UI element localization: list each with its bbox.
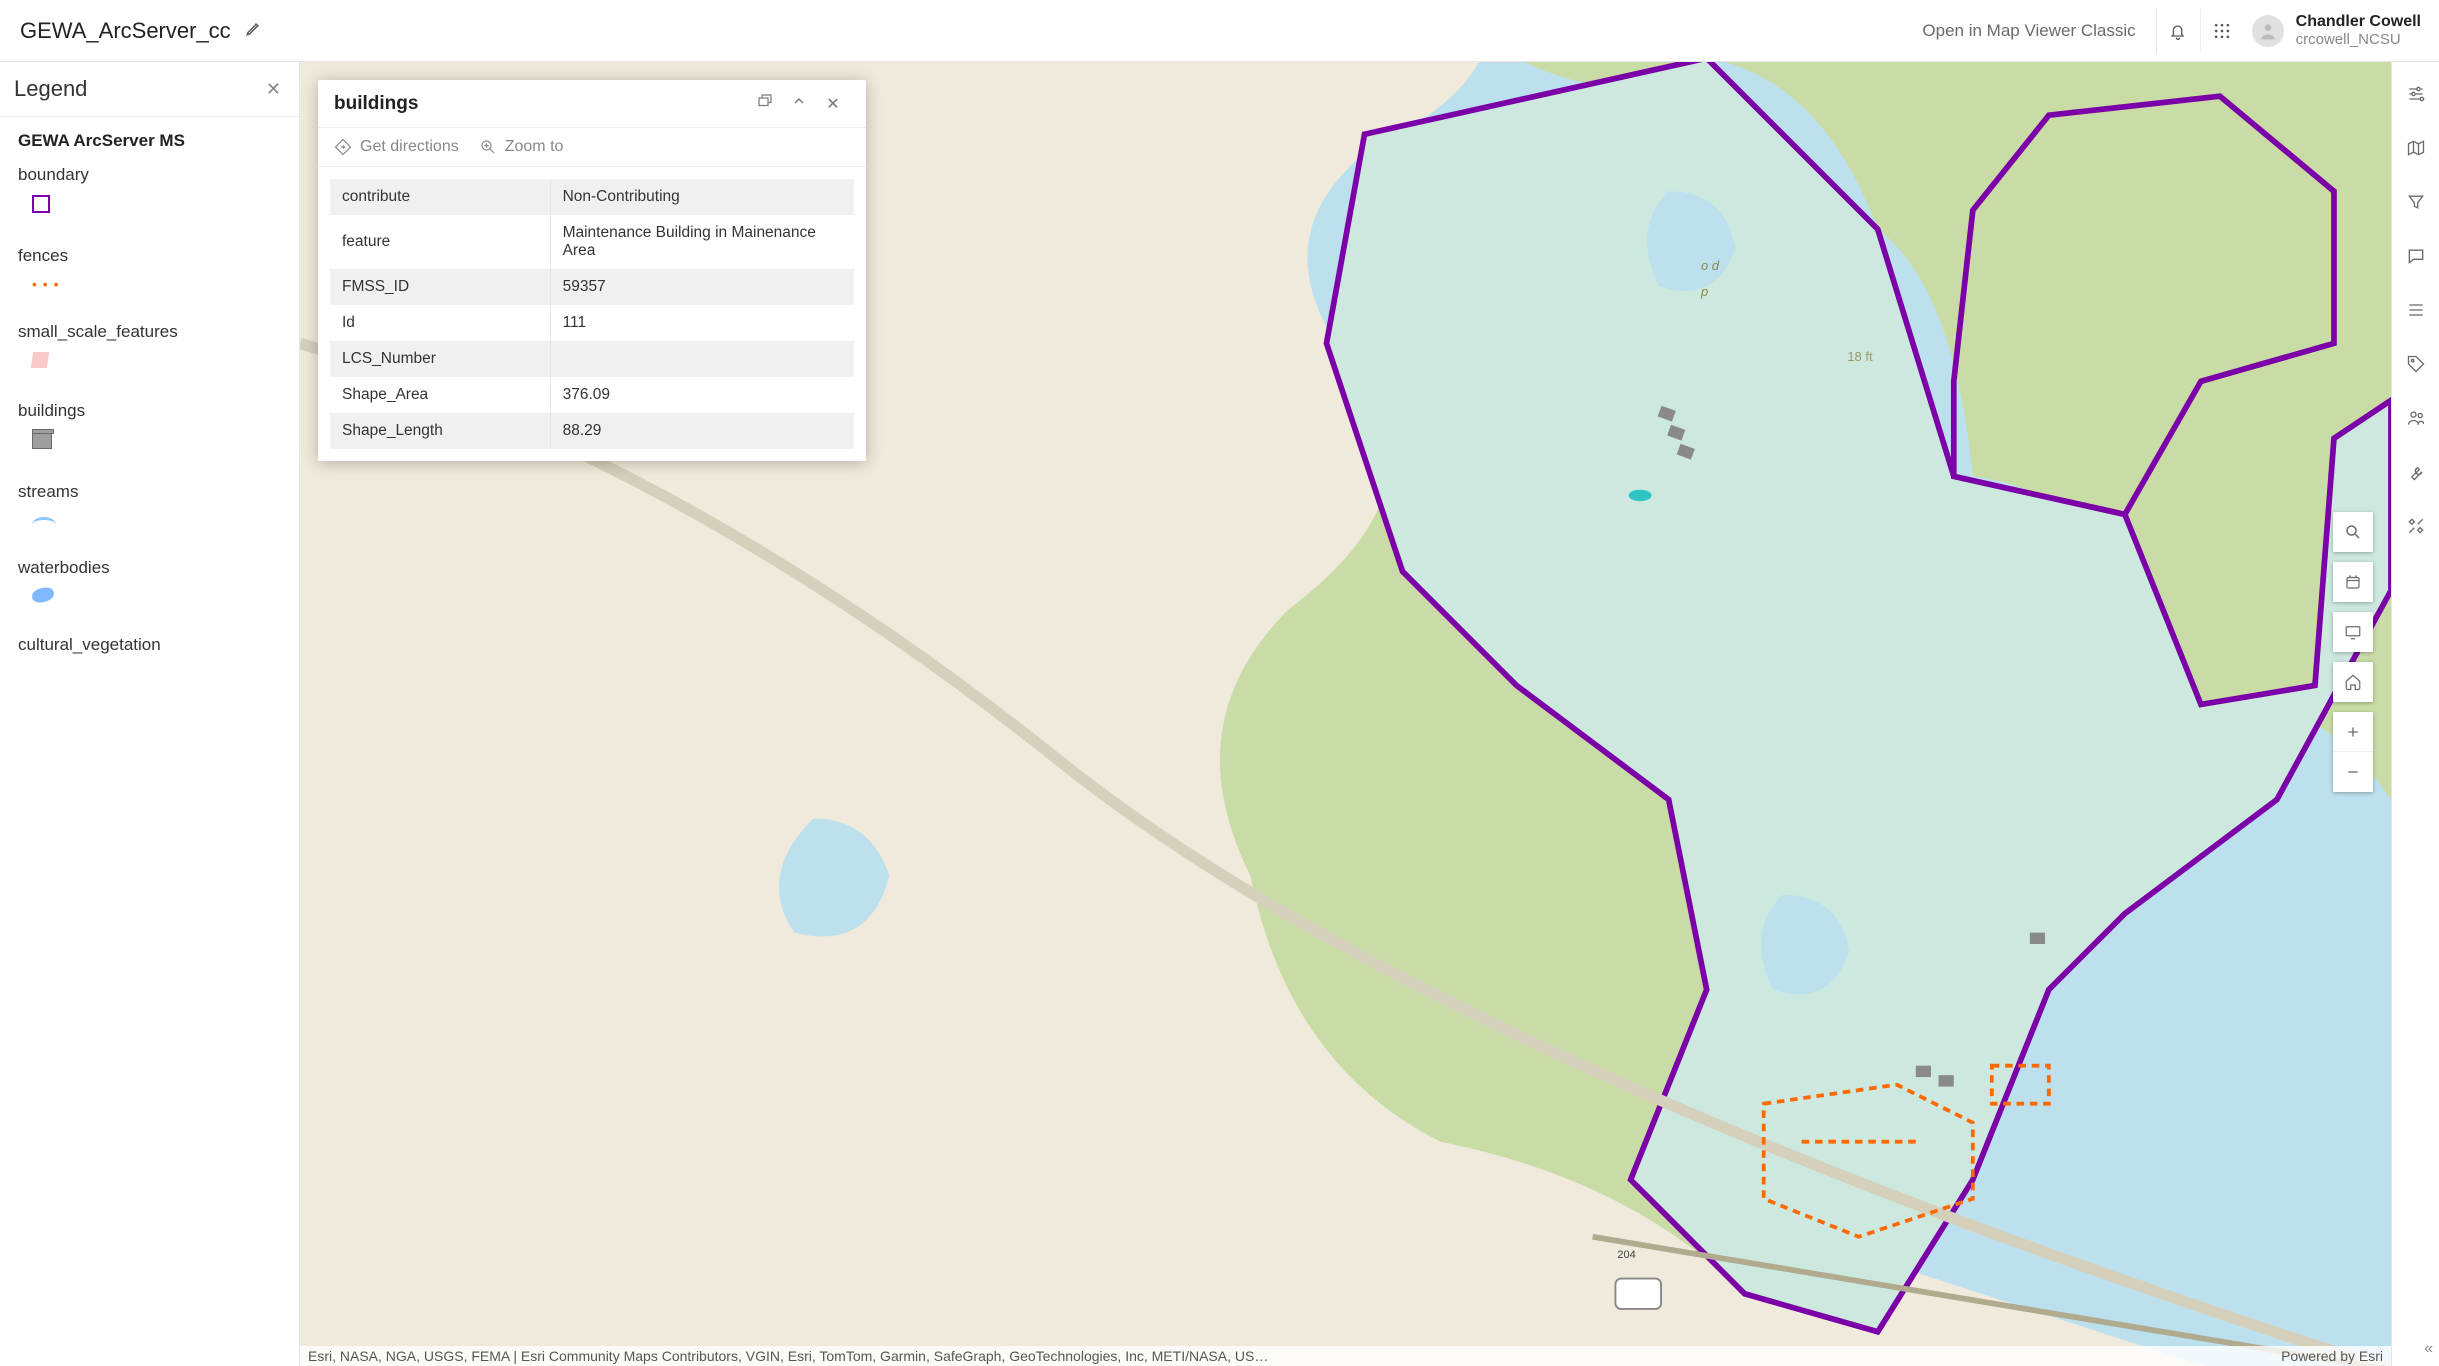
chat-icon[interactable] <box>2404 244 2428 268</box>
attr-value: Maintenance Building in Mainenance Area <box>550 215 854 269</box>
minus-icon[interactable] <box>2333 752 2373 792</box>
attr-key: FMSS_ID <box>330 269 550 305</box>
legend-item: cultural_vegetation <box>18 635 281 655</box>
table-row: featureMaintenance Building in Mainenanc… <box>330 215 854 269</box>
table-row: LCS_Number <box>330 341 854 377</box>
attr-value: 376.09 <box>550 377 854 413</box>
map-label: o d <box>1701 258 1719 273</box>
avatar-icon <box>2252 15 2284 47</box>
filter-icon[interactable] <box>2404 190 2428 214</box>
legend-item-label: boundary <box>18 165 281 185</box>
chevron-double-right-icon[interactable]: « <box>2424 1340 2433 1358</box>
close-icon[interactable]: ✕ <box>266 79 281 100</box>
user-login: crcowell_NCSU <box>2296 31 2421 48</box>
attr-key: Id <box>330 305 550 341</box>
legend-item-label: buildings <box>18 401 281 421</box>
legend-item-label: streams <box>18 482 281 502</box>
map-tool-stack <box>2333 512 2373 792</box>
people-icon[interactable] <box>2404 406 2428 430</box>
table-row: contributeNon-Contributing <box>330 179 854 215</box>
zoom-to-button[interactable]: Zoom to <box>479 138 564 156</box>
zoom-to-label: Zoom to <box>505 138 564 156</box>
legend-item: waterbodies <box>18 558 281 607</box>
legend-swatch: • • • <box>32 276 59 292</box>
open-classic-link[interactable]: Open in Map Viewer Classic <box>1922 21 2135 41</box>
attr-value <box>550 341 854 377</box>
attr-value: 59357 <box>550 269 854 305</box>
time-icon[interactable] <box>2333 562 2373 602</box>
legend-item: buildings <box>18 401 281 454</box>
attr-value: 111 <box>550 305 854 341</box>
right-toolbar: « <box>2391 62 2439 1366</box>
table-row: Shape_Length88.29 <box>330 413 854 449</box>
legend-panel: Legend ✕ GEWA ArcServer MS boundary fence… <box>0 62 300 1366</box>
tag-icon[interactable] <box>2404 352 2428 376</box>
wrench-icon[interactable] <box>2404 460 2428 484</box>
chevron-up-icon[interactable] <box>782 93 816 114</box>
map-attribution: Esri, NASA, NGA, USGS, FEMA | Esri Commu… <box>300 1346 2391 1366</box>
attr-value: 88.29 <box>550 413 854 449</box>
apps-icon[interactable] <box>2200 9 2244 53</box>
sliders-icon[interactable] <box>2404 82 2428 106</box>
tools-icon[interactable] <box>2404 514 2428 538</box>
attr-key: Shape_Area <box>330 377 550 413</box>
popup-attribute-table: contributeNon-ContributingfeatureMainten… <box>330 179 854 449</box>
legend-item-label: waterbodies <box>18 558 281 578</box>
search-icon[interactable] <box>2333 512 2373 552</box>
legend-swatch <box>32 195 50 213</box>
map-label: p <box>1701 284 1708 299</box>
attribution-text: Esri, NASA, NGA, USGS, FEMA | Esri Commu… <box>308 1348 2269 1364</box>
legend-item-label: fences <box>18 246 281 266</box>
home-icon[interactable] <box>2333 662 2373 702</box>
map-elev-label: 18 ft <box>1847 349 1872 364</box>
bell-icon[interactable] <box>2156 9 2200 53</box>
powered-by[interactable]: Powered by Esri <box>2281 1348 2383 1364</box>
monitor-icon[interactable] <box>2333 612 2373 652</box>
legend-group-name: GEWA ArcServer MS <box>18 131 281 151</box>
attr-key: contribute <box>330 179 550 215</box>
table-row: FMSS_ID59357 <box>330 269 854 305</box>
map-route-label: 204 <box>1617 1249 1635 1261</box>
map-canvas[interactable]: o d p 18 ft 204 buildings ✕ <box>300 62 2391 1366</box>
app-header: GEWA_ArcServer_cc Open in Map Viewer Cla… <box>0 0 2439 62</box>
feature-popup: buildings ✕ Get directions <box>318 80 866 461</box>
plus-icon[interactable] <box>2333 712 2373 752</box>
attr-key: Shape_Length <box>330 413 550 449</box>
attr-key: LCS_Number <box>330 341 550 377</box>
basemap-icon[interactable] <box>2404 136 2428 160</box>
legend-title: Legend <box>14 76 87 102</box>
dock-icon[interactable] <box>748 92 782 115</box>
user-name: Chandler Cowell <box>2296 13 2421 31</box>
user-menu[interactable]: Chandler Cowell crcowell_NCSU <box>2252 13 2421 48</box>
legend-item: fences • • • <box>18 246 281 294</box>
legend-swatch <box>32 431 52 449</box>
get-directions-button[interactable]: Get directions <box>334 138 459 156</box>
legend-item-label: small_scale_features <box>18 322 281 342</box>
close-icon[interactable]: ✕ <box>816 94 850 114</box>
table-row: Id111 <box>330 305 854 341</box>
legend-item: small_scale_features <box>18 322 281 373</box>
popup-title: buildings <box>334 93 748 115</box>
map-title: GEWA_ArcServer_cc <box>20 18 231 44</box>
get-directions-label: Get directions <box>360 138 459 156</box>
legend-item: streams <box>18 482 281 530</box>
pencil-icon[interactable] <box>245 19 263 42</box>
attr-key: feature <box>330 215 550 269</box>
attr-value: Non-Contributing <box>550 179 854 215</box>
legend-swatch <box>31 586 55 604</box>
legend-item-label: cultural_vegetation <box>18 635 281 655</box>
legend-swatch <box>31 352 49 368</box>
list-icon[interactable] <box>2404 298 2428 322</box>
legend-swatch <box>32 517 56 525</box>
legend-item: boundary <box>18 165 281 218</box>
table-row: Shape_Area376.09 <box>330 377 854 413</box>
